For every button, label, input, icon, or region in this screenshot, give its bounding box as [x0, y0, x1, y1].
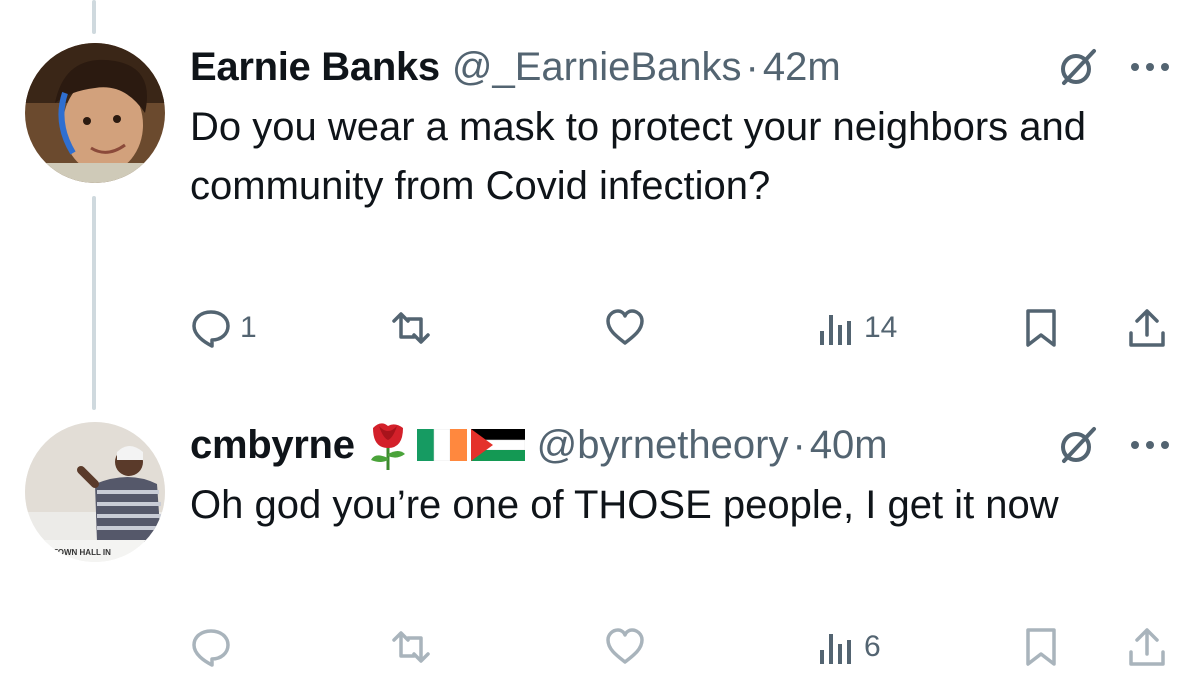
reply-button[interactable] [190, 626, 240, 668]
grok-icon[interactable] [1056, 45, 1100, 89]
bookmark-button[interactable] [1020, 307, 1062, 349]
tweet-top-actions [1056, 420, 1170, 470]
rose-icon [370, 423, 405, 470]
views-button[interactable]: 6 [814, 626, 881, 668]
bookmark-icon [1026, 309, 1056, 347]
separator-dot: · [792, 422, 806, 467]
display-name[interactable]: Earnie Banks [190, 45, 440, 90]
analytics-icon [820, 634, 851, 664]
user-handle[interactable]: @_EarnieBanks [452, 45, 742, 90]
tweet[interactable]: cmbyrne @byrnetheory · 40m Oh god you’re… [190, 420, 1170, 535]
bookmark-button[interactable] [1020, 626, 1062, 668]
avatar[interactable] [25, 43, 165, 183]
tweet-header: Earnie Banks @_EarnieBanks · 42m [190, 42, 1170, 92]
thread-line [92, 0, 96, 34]
avatar[interactable]: TOWN HALL IN [25, 422, 165, 562]
tweet-actions: 1 14 [190, 307, 1170, 351]
share-button[interactable] [1126, 307, 1168, 349]
grok-icon[interactable] [1056, 423, 1100, 467]
name-emojis [365, 418, 525, 472]
retweet-icon [392, 312, 430, 344]
tweet-text: Do you wear a mask to protect your neigh… [190, 105, 1087, 208]
view-count: 14 [864, 311, 898, 344]
tweet-top-actions [1056, 42, 1170, 92]
separator-dot: · [745, 44, 759, 89]
share-icon [1129, 309, 1165, 347]
reply-count: 1 [240, 311, 257, 344]
heart-icon [606, 309, 644, 345]
timestamp[interactable]: 40m [810, 423, 888, 468]
timestamp[interactable]: 42m [763, 45, 841, 90]
user-avatar-photo-icon [25, 43, 165, 183]
tweet-actions: 6 [190, 626, 1170, 670]
view-count: 6 [864, 630, 881, 663]
reply-button[interactable]: 1 [190, 307, 257, 349]
tweet-text: Oh god you’re one of THOSE people, I get… [190, 483, 1059, 527]
reply-icon [192, 310, 230, 348]
retweet-button[interactable] [390, 626, 440, 668]
like-button[interactable] [604, 307, 654, 349]
user-handle[interactable]: @byrnetheory [537, 423, 789, 468]
tweet-header: cmbyrne @byrnetheory · 40m [190, 420, 1170, 470]
views-button[interactable]: 14 [814, 307, 897, 349]
ireland-flag-icon [416, 429, 467, 461]
heart-icon [606, 628, 644, 664]
thread-line [92, 196, 96, 410]
bookmark-icon [1026, 628, 1056, 666]
share-icon [1129, 628, 1165, 666]
more-options-icon[interactable] [1130, 439, 1170, 451]
retweet-button[interactable] [390, 307, 440, 349]
reply-icon [192, 629, 230, 667]
display-name[interactable]: cmbyrne [190, 423, 355, 468]
retweet-icon [392, 631, 430, 663]
analytics-icon [820, 315, 851, 345]
tweet[interactable]: Earnie Banks @_EarnieBanks · 42m Do you … [190, 42, 1170, 216]
avatar-caption: TOWN HALL IN [53, 548, 111, 557]
user-avatar-photo-icon: TOWN HALL IN [25, 422, 165, 562]
more-options-icon[interactable] [1130, 61, 1170, 73]
share-button[interactable] [1126, 626, 1168, 668]
like-button[interactable] [604, 626, 654, 668]
palestine-flag-icon [470, 429, 525, 461]
